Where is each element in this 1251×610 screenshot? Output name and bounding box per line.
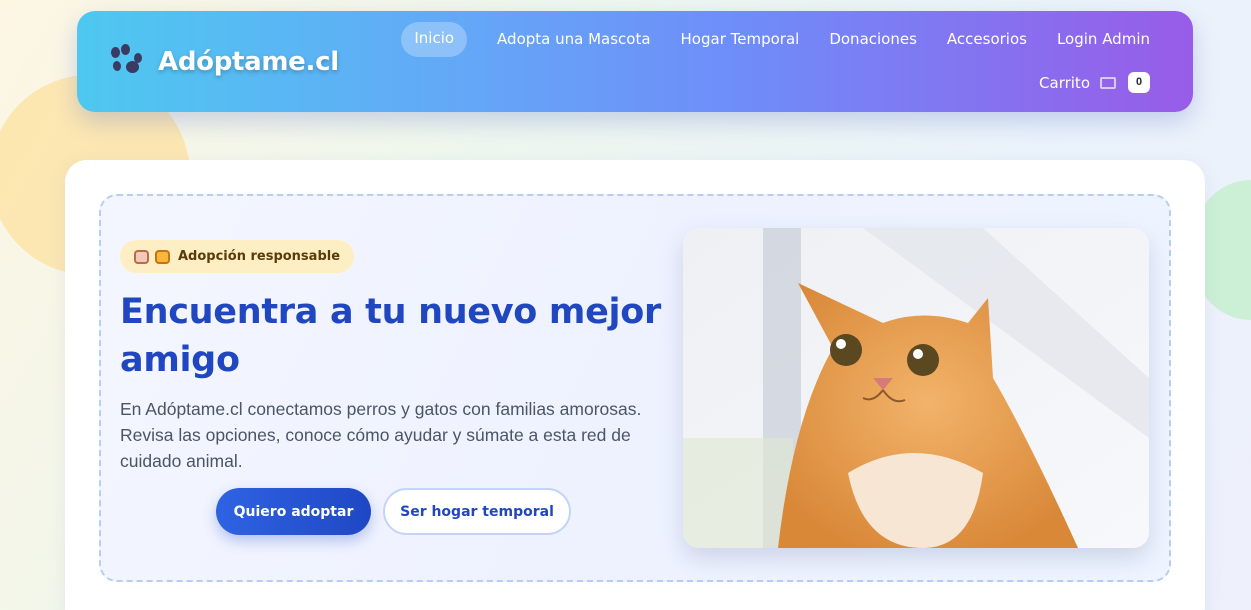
hero-title: Encuentra a tu nuevo mejor amigo [120, 292, 661, 380]
brand-title: Adóptame.cl [158, 47, 339, 77]
cat-illustration [683, 228, 1149, 548]
badge-text: Adopción responsable [178, 249, 341, 264]
hero-section: Adopción responsable Encuentra a tu nuev… [99, 194, 1171, 582]
orange-cat-photo [683, 228, 1149, 548]
cart-button[interactable]: Carrito 0 [1039, 72, 1150, 93]
brand-logo[interactable]: Adóptame.cl [110, 44, 339, 77]
paw-icon [110, 44, 146, 77]
foster-home-button[interactable]: Ser hogar temporal [383, 488, 571, 535]
cart-label: Carrito [1039, 73, 1090, 92]
nav-item-donaciones[interactable]: Donaciones [829, 22, 917, 57]
nav-item-inicio[interactable]: Inicio [401, 22, 468, 57]
adopt-button[interactable]: Quiero adoptar [216, 488, 371, 535]
dog-face-icon [134, 249, 149, 264]
nav-item-adopta-mascota[interactable]: Adopta una Mascota [497, 22, 650, 57]
navbar: Adóptame.cl Inicio Adopta una Mascota Ho… [77, 11, 1193, 112]
cat-face-icon [155, 249, 170, 264]
nav-item-hogar-temporal[interactable]: Hogar Temporal [681, 22, 800, 57]
nav-item-login-admin[interactable]: Login Admin [1057, 22, 1150, 57]
adoption-badge: Adopción responsable [120, 240, 355, 273]
nav-item-accesorios[interactable]: Accesorios [947, 22, 1027, 57]
main-nav: Inicio Adopta una Mascota Hogar Temporal… [401, 22, 1150, 57]
cart-count-badge: 0 [1128, 72, 1150, 93]
hero-description: En Adóptame.cl conectamos perros y gatos… [120, 399, 642, 471]
ticket-icon [1100, 76, 1116, 89]
main-card: Adopción responsable Encuentra a tu nuev… [65, 160, 1205, 610]
